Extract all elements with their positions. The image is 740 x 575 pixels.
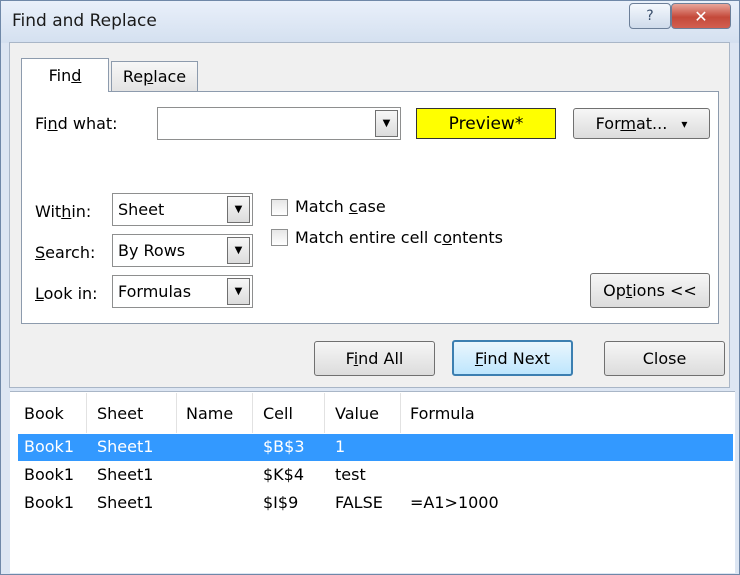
column-header-book[interactable]: Book — [24, 404, 64, 423]
match-case-label[interactable]: Match case — [295, 197, 386, 216]
format-button[interactable]: Format... ▾ — [573, 108, 710, 139]
format-preview-text: Preview* — [448, 113, 524, 134]
search-value: By Rows — [118, 241, 186, 260]
look-in-value: Formulas — [118, 282, 192, 301]
title-bar: Find and Replace ? ✕ — [1, 1, 739, 43]
chevron-down-icon: ▼ — [382, 118, 391, 129]
close-button[interactable]: Close — [604, 341, 725, 376]
table-row[interactable]: Book1 Sheet1 $I$9 FALSE =A1>1000 — [18, 490, 733, 517]
find-what-label: Find what: — [35, 114, 118, 133]
cell-book: Book1 — [24, 437, 74, 456]
cell-book: Book1 — [24, 465, 74, 484]
column-header-name[interactable]: Name — [186, 404, 233, 423]
column-header-value[interactable]: Value — [335, 404, 379, 423]
table-row-selected[interactable]: Book1 Sheet1 $B$3 1 — [18, 434, 733, 461]
chevron-down-icon: ▼ — [234, 204, 243, 215]
close-icon: ✕ — [694, 6, 708, 26]
cell-formula: =A1>1000 — [410, 493, 499, 512]
help-icon: ? — [646, 8, 654, 24]
find-what-input[interactable]: ▼ — [157, 107, 401, 140]
column-divider[interactable] — [324, 393, 325, 433]
tab-find-label: Find — [48, 66, 82, 85]
find-what-dropdown-arrow[interactable]: ▼ — [375, 110, 398, 137]
cell-book: Book1 — [24, 493, 74, 512]
column-divider[interactable] — [400, 393, 401, 433]
cell-address: $K$4 — [263, 465, 305, 484]
format-preview: Preview* — [416, 108, 556, 139]
find-all-label: Find All — [345, 349, 404, 368]
column-divider[interactable] — [252, 393, 253, 433]
find-next-button[interactable]: Find Next — [452, 340, 573, 376]
format-dropdown-icon: ▾ — [681, 116, 688, 131]
tab-replace[interactable]: Replace — [111, 61, 198, 91]
look-in-dropdown-arrow[interactable]: ▼ — [227, 278, 250, 305]
table-row[interactable]: Book1 Sheet1 $K$4 test — [18, 462, 733, 489]
column-header-sheet[interactable]: Sheet — [97, 404, 143, 423]
cell-value: FALSE — [335, 493, 383, 512]
within-dropdown-arrow[interactable]: ▼ — [227, 196, 250, 223]
cell-address: $I$9 — [263, 493, 299, 512]
column-header-formula[interactable]: Formula — [410, 404, 475, 423]
cell-address: $B$3 — [263, 437, 305, 456]
match-case-checkbox[interactable] — [271, 199, 288, 216]
within-select[interactable]: Sheet ▼ — [112, 193, 253, 226]
cell-sheet: Sheet1 — [97, 493, 154, 512]
search-select[interactable]: By Rows ▼ — [112, 234, 253, 267]
chevron-down-icon: ▼ — [234, 286, 243, 297]
dialog-title: Find and Replace — [12, 11, 157, 31]
match-entire-cell-checkbox[interactable] — [271, 229, 288, 246]
tab-replace-label: Replace — [122, 67, 187, 86]
column-divider[interactable] — [86, 393, 87, 433]
window-close-button[interactable]: ✕ — [671, 3, 731, 29]
cell-sheet: Sheet1 — [97, 465, 154, 484]
chevron-down-icon: ▼ — [234, 245, 243, 256]
within-label: Within: — [35, 202, 92, 221]
cell-sheet: Sheet1 — [97, 437, 154, 456]
find-next-label: Find Next — [474, 348, 551, 368]
cell-value: 1 — [335, 437, 346, 456]
search-dropdown-arrow[interactable]: ▼ — [227, 237, 250, 264]
tab-find[interactable]: Find — [21, 58, 109, 92]
close-label: Close — [642, 349, 687, 368]
match-entire-cell-label[interactable]: Match entire cell contents — [295, 228, 503, 247]
options-button-label: Options << — [603, 281, 697, 300]
column-divider[interactable] — [176, 393, 177, 433]
look-in-select[interactable]: Formulas ▼ — [112, 275, 253, 308]
options-button[interactable]: Options << — [590, 273, 710, 308]
within-value: Sheet — [118, 200, 165, 219]
column-header-cell[interactable]: Cell — [263, 404, 293, 423]
cell-value: test — [335, 465, 366, 484]
search-label: Search: — [35, 243, 96, 262]
help-button[interactable]: ? — [629, 3, 671, 29]
format-button-label: Format... — [595, 114, 668, 133]
find-all-button[interactable]: Find All — [314, 341, 435, 376]
look-in-label: Look in: — [35, 284, 98, 303]
